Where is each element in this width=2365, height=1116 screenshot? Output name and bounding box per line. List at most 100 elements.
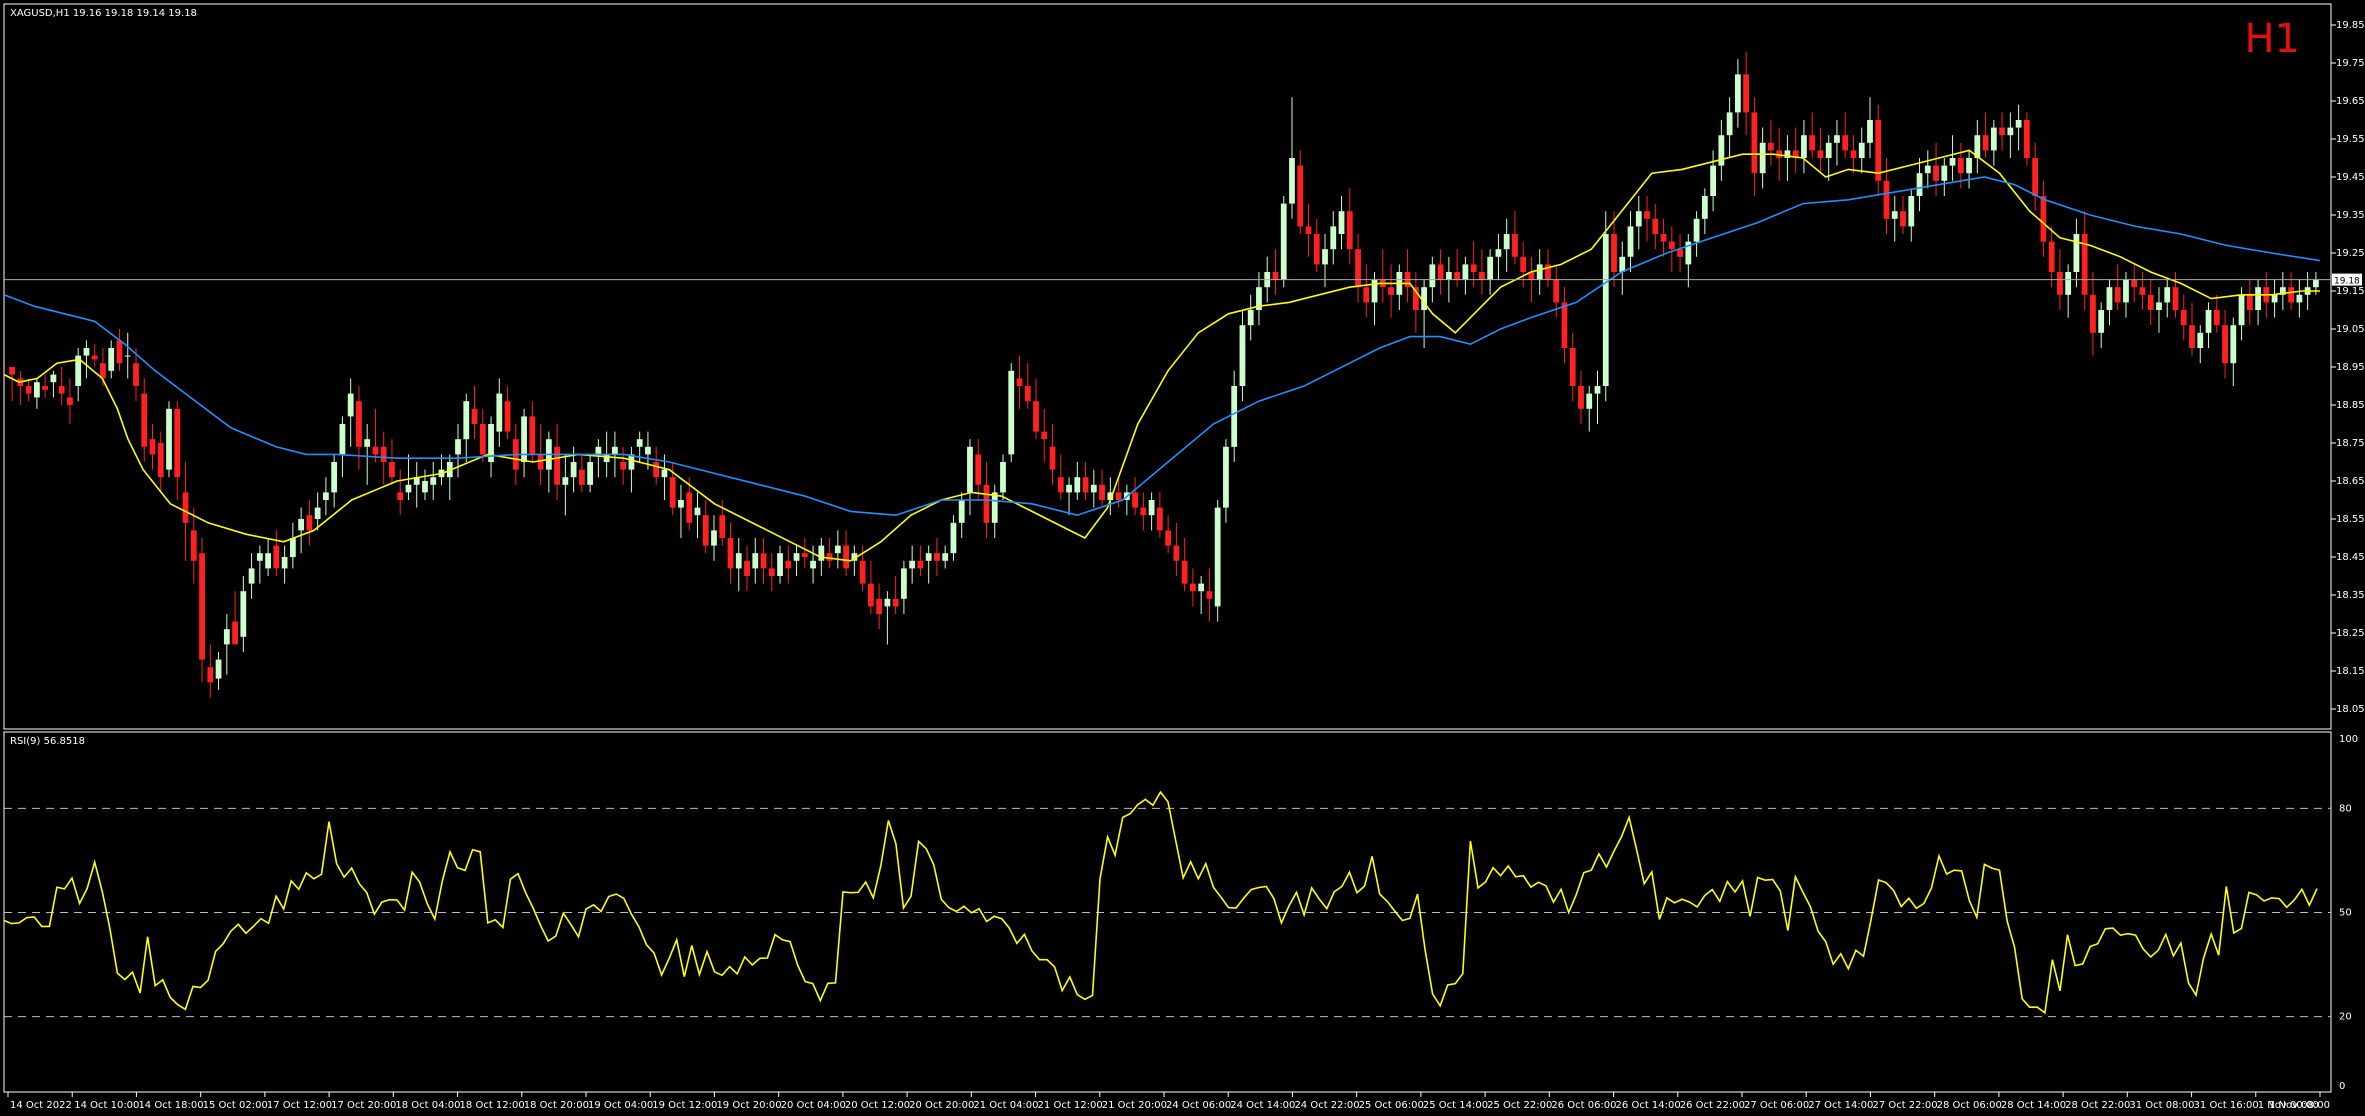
price-tick-label: 19.85 xyxy=(2336,20,2365,31)
candle-body xyxy=(281,557,288,569)
time-tick-label: 28 Oct 22:00 xyxy=(2065,1100,2130,1111)
time-tick-label: 21 Oct 20:00 xyxy=(1102,1100,1167,1111)
candle-body xyxy=(1239,325,1246,386)
time-tick-label: 27 Oct 06:00 xyxy=(1744,1100,1809,1111)
time-tick-label: 27 Oct 14:00 xyxy=(1808,1100,1873,1111)
candle-body xyxy=(1891,211,1898,219)
time-tick-label: 18 Oct 12:00 xyxy=(460,1100,525,1111)
candle-body xyxy=(2147,294,2154,310)
candle-body xyxy=(603,454,610,462)
price-tick-label: 18.05 xyxy=(2336,704,2365,715)
candle-body xyxy=(256,553,263,561)
candle-body xyxy=(2156,302,2162,310)
candle-body xyxy=(1445,272,1452,280)
candle-body xyxy=(265,553,271,569)
candle-body xyxy=(1652,218,1659,234)
candle-body xyxy=(504,401,511,432)
candle-body xyxy=(1875,120,1882,181)
candle-body xyxy=(108,348,115,371)
rsi-pane-header: RSI(9) 56.8518 xyxy=(10,736,85,747)
price-pane-header: XAGUSD,H1 19.16 19.18 19.14 19.18 xyxy=(10,8,197,19)
candle-body xyxy=(1313,234,1320,265)
candle-body xyxy=(760,553,767,569)
candle-body xyxy=(653,462,660,478)
candle-body xyxy=(372,446,379,455)
candle-body xyxy=(199,553,205,660)
candle-body xyxy=(2180,310,2187,326)
candle-body xyxy=(1066,484,1072,493)
rsi-tick-label: 20 xyxy=(2339,1012,2352,1023)
candle-body xyxy=(1842,135,1849,151)
candle-body xyxy=(1330,226,1337,250)
candle-body xyxy=(1916,173,1923,196)
time-tick-label: 18 Oct 04:00 xyxy=(395,1100,460,1111)
candle-body xyxy=(785,560,792,569)
candle-body xyxy=(1561,302,1568,348)
time-tick-label: 25 Oct 14:00 xyxy=(1423,1100,1488,1111)
candle-body xyxy=(1503,234,1510,250)
candle-body xyxy=(1041,431,1048,440)
time-tick-label: 24 Oct 06:00 xyxy=(1166,1100,1231,1111)
candle-body xyxy=(2015,120,2022,128)
price-tick-label: 19.05 xyxy=(2336,324,2365,335)
candle-body xyxy=(2246,294,2253,310)
candle-body xyxy=(1132,492,1138,508)
candle-body xyxy=(298,519,305,531)
candle-body xyxy=(768,568,775,576)
candle-body xyxy=(1536,264,1543,280)
candle-body xyxy=(1272,272,1279,280)
candle-body xyxy=(1677,249,1683,257)
price-tick-label: 19.55 xyxy=(2336,134,2365,145)
candle-body xyxy=(2312,279,2319,288)
candle-body xyxy=(58,386,65,394)
candle-body xyxy=(9,367,16,375)
candle-body xyxy=(1247,310,1254,326)
candle-body xyxy=(1520,256,1527,272)
candle-body xyxy=(2131,279,2138,288)
candle-body xyxy=(496,393,503,432)
candle-body xyxy=(1726,112,1733,136)
candle-body xyxy=(405,484,412,493)
candle-body xyxy=(867,583,874,607)
candle-body xyxy=(1660,234,1667,242)
price-tick-label: 18.25 xyxy=(2336,628,2365,639)
candle-body xyxy=(347,393,354,417)
candle-body xyxy=(1156,507,1163,531)
time-tick-label: 19 Oct 12:00 xyxy=(652,1100,717,1111)
candle-body xyxy=(1734,74,1741,113)
candle-body xyxy=(1751,112,1758,174)
candle-body xyxy=(2271,294,2278,303)
candle-body xyxy=(901,568,907,599)
candle-body xyxy=(834,545,841,554)
candle-body xyxy=(1024,386,1031,402)
candle-body xyxy=(157,443,164,478)
candle-body xyxy=(1363,287,1370,303)
candle-body xyxy=(149,439,156,455)
time-tick-label: 17 Oct 12:00 xyxy=(267,1100,332,1111)
candle-body xyxy=(1206,591,1213,599)
candle-body xyxy=(1033,401,1039,432)
candle-body xyxy=(876,598,883,614)
candle-body xyxy=(1999,127,2005,136)
candle-body xyxy=(612,446,618,455)
candle-body xyxy=(2007,127,2014,136)
price-tick-label: 18.45 xyxy=(2336,552,2365,563)
candle-body xyxy=(1569,348,1576,386)
candle-body xyxy=(1173,545,1180,561)
candle-body xyxy=(719,515,726,538)
time-tick-label: 25 Oct 22:00 xyxy=(1487,1100,1552,1111)
candle-body xyxy=(752,553,759,569)
candle-body xyxy=(166,408,172,470)
candle-body xyxy=(67,397,73,405)
chart-canvas: 19.85 19.75 19.65 19.55 19.45 19.35 19.25 19.15… xyxy=(0,0,2365,1116)
candle-body xyxy=(2048,241,2055,272)
candle-body xyxy=(289,538,296,557)
candle-body xyxy=(1611,234,1617,272)
price-tick-label: 19.65 xyxy=(2336,96,2365,107)
candle-body xyxy=(42,386,49,390)
chart-background xyxy=(0,0,2365,1116)
candle-body xyxy=(917,560,924,569)
time-tick-label: 17 Oct 20:00 xyxy=(331,1100,396,1111)
time-tick-label: 14 Oct 2022 xyxy=(10,1100,72,1111)
time-tick-label: 31 Oct 16:00 xyxy=(2194,1100,2259,1111)
